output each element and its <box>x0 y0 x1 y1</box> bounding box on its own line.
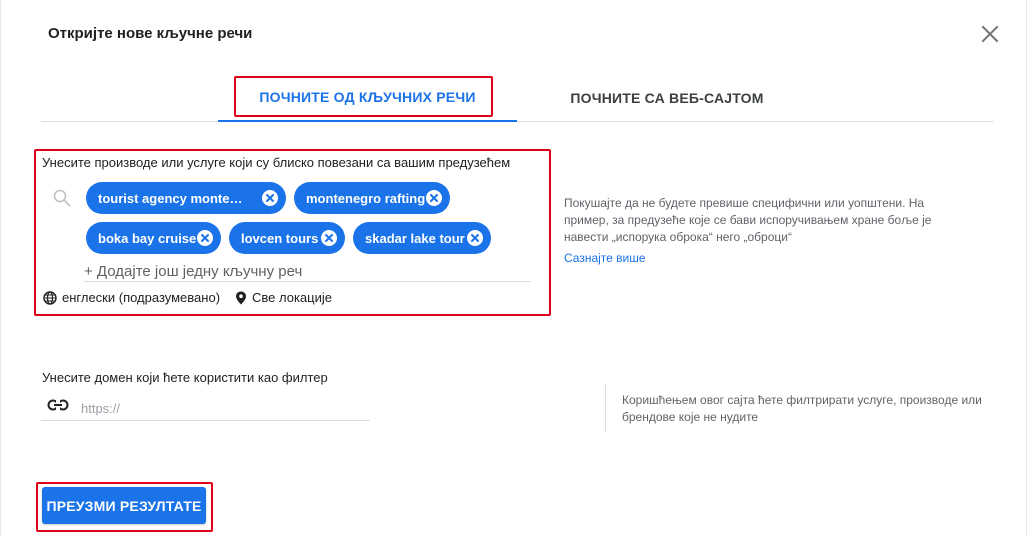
globe-icon <box>43 290 57 305</box>
keywords-hint: Покушајте да не будете превише специфичн… <box>564 196 932 244</box>
domain-label: Унесите домен који ћете користити као фи… <box>42 370 328 385</box>
keyword-chip[interactable]: skadar lake tour <box>353 222 491 254</box>
keyword-chip-label: lovcen tours <box>241 230 319 246</box>
domain-input-underline <box>41 420 370 421</box>
link-icon <box>47 396 69 414</box>
chip-remove-icon[interactable] <box>467 230 483 246</box>
location-value: Све локације <box>252 290 332 305</box>
chip-remove-icon[interactable] <box>262 190 278 206</box>
chip-remove-icon[interactable] <box>321 230 337 246</box>
keyword-chip[interactable]: lovcen tours <box>229 222 345 254</box>
location-pin-icon <box>236 291 246 304</box>
keyword-chip-label: tourist agency monteneg… <box>98 190 250 206</box>
get-results-button[interactable]: ПРЕУЗМИ РЕЗУЛТАТЕ <box>42 487 206 524</box>
keyword-chip-label: montenegro rafting <box>306 190 426 206</box>
search-icon <box>53 189 71 207</box>
language-value: енглески (подразумевано) <box>62 290 221 305</box>
domain-input[interactable] <box>81 396 370 420</box>
keywords-label: Унесите производе или услуге који су бли… <box>42 155 511 170</box>
vertical-divider <box>605 384 606 432</box>
close-icon[interactable] <box>978 22 1002 46</box>
dialog-title: Откријте нове кључне речи <box>48 25 253 42</box>
keyword-chip[interactable]: montenegro rafting <box>294 182 450 214</box>
tab-bar: ПОЧНИТЕ ОД КЉУЧНИХ РЕЧИ ПОЧНИТЕ СА ВЕБ-С… <box>41 74 994 122</box>
keyword-chip-label: boka bay cruise <box>98 230 197 246</box>
learn-more-link[interactable]: Сазнајте више <box>564 251 646 265</box>
language-selector[interactable]: енглески (подразумевано) <box>43 290 220 305</box>
add-keyword-input[interactable] <box>84 261 531 282</box>
keyword-chip[interactable]: tourist agency monteneg… <box>86 182 286 214</box>
tab-start-with-keywords[interactable]: ПОЧНИТЕ ОД КЉУЧНИХ РЕЧИ <box>218 74 517 122</box>
keyword-chip[interactable]: boka bay cruise <box>86 222 221 254</box>
keyword-planner-dialog: Откријте нове кључне речи ПОЧНИТЕ ОД КЉУ… <box>0 0 1027 536</box>
chip-remove-icon[interactable] <box>197 230 213 246</box>
keyword-chip-label: skadar lake tour <box>365 230 465 246</box>
chip-remove-icon[interactable] <box>426 190 442 206</box>
domain-hint: Коришћењем овог сајта ћете филтрирати ус… <box>622 393 982 424</box>
location-selector[interactable]: Све локације <box>235 290 332 305</box>
tab-start-with-website[interactable]: ПОЧНИТЕ СА ВЕБ-САЈТОМ <box>527 74 807 122</box>
